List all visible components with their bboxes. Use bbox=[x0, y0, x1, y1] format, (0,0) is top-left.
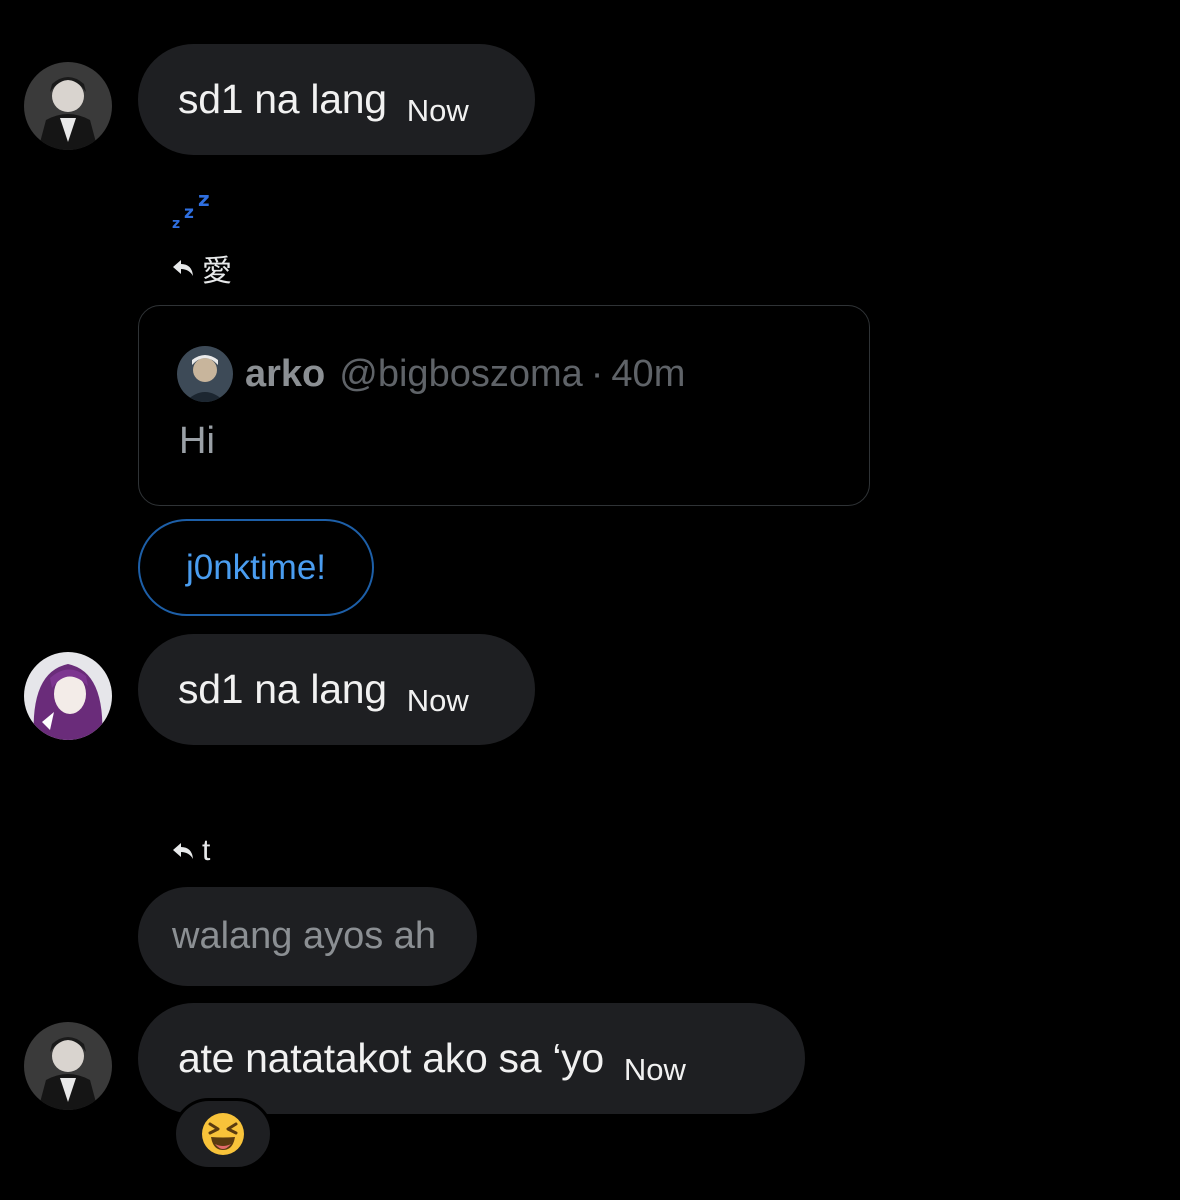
svg-text:z: z bbox=[172, 216, 180, 232]
quoted-post-text: Hi bbox=[179, 420, 215, 462]
reply-target: t bbox=[202, 834, 211, 867]
reaction-pill[interactable] bbox=[173, 1098, 273, 1170]
message-text: sd1 na lang bbox=[178, 666, 387, 712]
quoted-author-name: arko bbox=[245, 352, 326, 395]
reply-arrow-icon bbox=[173, 260, 193, 276]
quoted-post-header: arko @bigboszoma · 40m bbox=[177, 346, 685, 402]
reply-indicator: 愛 bbox=[172, 246, 232, 290]
message-bubble[interactable]: sd1 na lang Now bbox=[138, 634, 535, 745]
svg-text:z: z bbox=[184, 203, 194, 223]
purple-hair-avatar[interactable] bbox=[24, 652, 112, 740]
message-text: sd1 na lang bbox=[178, 76, 387, 122]
quoted-author-avatar bbox=[177, 346, 233, 402]
message-time: Now bbox=[623, 1051, 686, 1087]
separator: · bbox=[590, 352, 604, 395]
message-bubble[interactable]: sd1 na lang Now bbox=[138, 44, 535, 155]
quoted-post-time: 40m bbox=[611, 352, 686, 395]
man-in-suit-avatar[interactable] bbox=[24, 62, 112, 150]
message-text: ate natatakot ako sa ‘yo bbox=[178, 1035, 604, 1081]
svg-text:z: z bbox=[198, 187, 210, 211]
quoted-author-handle: @bigboszoma bbox=[339, 352, 583, 395]
reply-indicator: t bbox=[172, 834, 210, 868]
laughing-squint-face-icon bbox=[202, 1113, 244, 1155]
zzz-icon: z z z bbox=[172, 186, 218, 232]
quick-reply-chip[interactable]: j0nktime! bbox=[138, 519, 374, 616]
reply-arrow-icon bbox=[173, 843, 193, 859]
message-time: Now bbox=[406, 92, 469, 128]
reply-target: 愛 bbox=[202, 255, 232, 288]
quoted-post-card[interactable]: arko @bigboszoma · 40m Hi bbox=[138, 305, 870, 506]
man-in-suit-avatar[interactable] bbox=[24, 1022, 112, 1110]
message-time: Now bbox=[406, 682, 469, 718]
replied-message-preview[interactable]: walang ayos ah bbox=[138, 887, 477, 986]
